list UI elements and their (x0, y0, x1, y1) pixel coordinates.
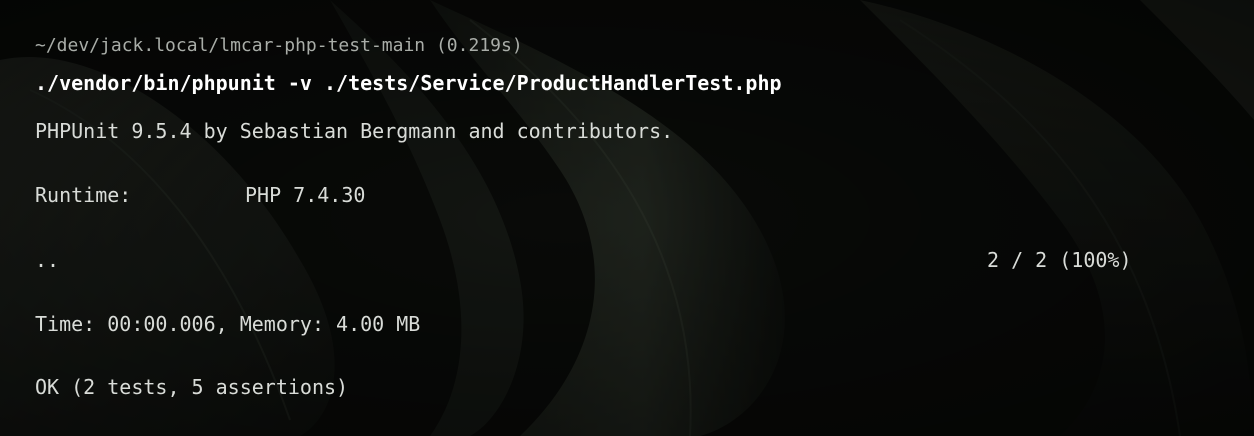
runtime-label: Runtime: (35, 183, 132, 207)
runtime-value: PHP 7.4.30 (245, 183, 366, 207)
test-result-line: OK (2 tests, 5 assertions) (35, 375, 349, 399)
leaf-wallpaper-background (0, 0, 1254, 436)
progress-count: 2 / 2 (100%) (987, 248, 1132, 272)
time-memory-line: Time: 00:00.006, Memory: 4.00 MB (35, 312, 421, 336)
command-line[interactable]: ./vendor/bin/phpunit -v ./tests/Service/… (35, 71, 782, 95)
terminal-window[interactable]: ~/dev/jack.local/lmcar-php-test-main (0.… (0, 0, 1254, 436)
progress-dots: .. (35, 248, 60, 272)
phpunit-banner: PHPUnit 9.5.4 by Sebastian Bergmann and … (35, 119, 674, 143)
working-directory-line: ~/dev/jack.local/lmcar-php-test-main (0.… (35, 35, 523, 56)
